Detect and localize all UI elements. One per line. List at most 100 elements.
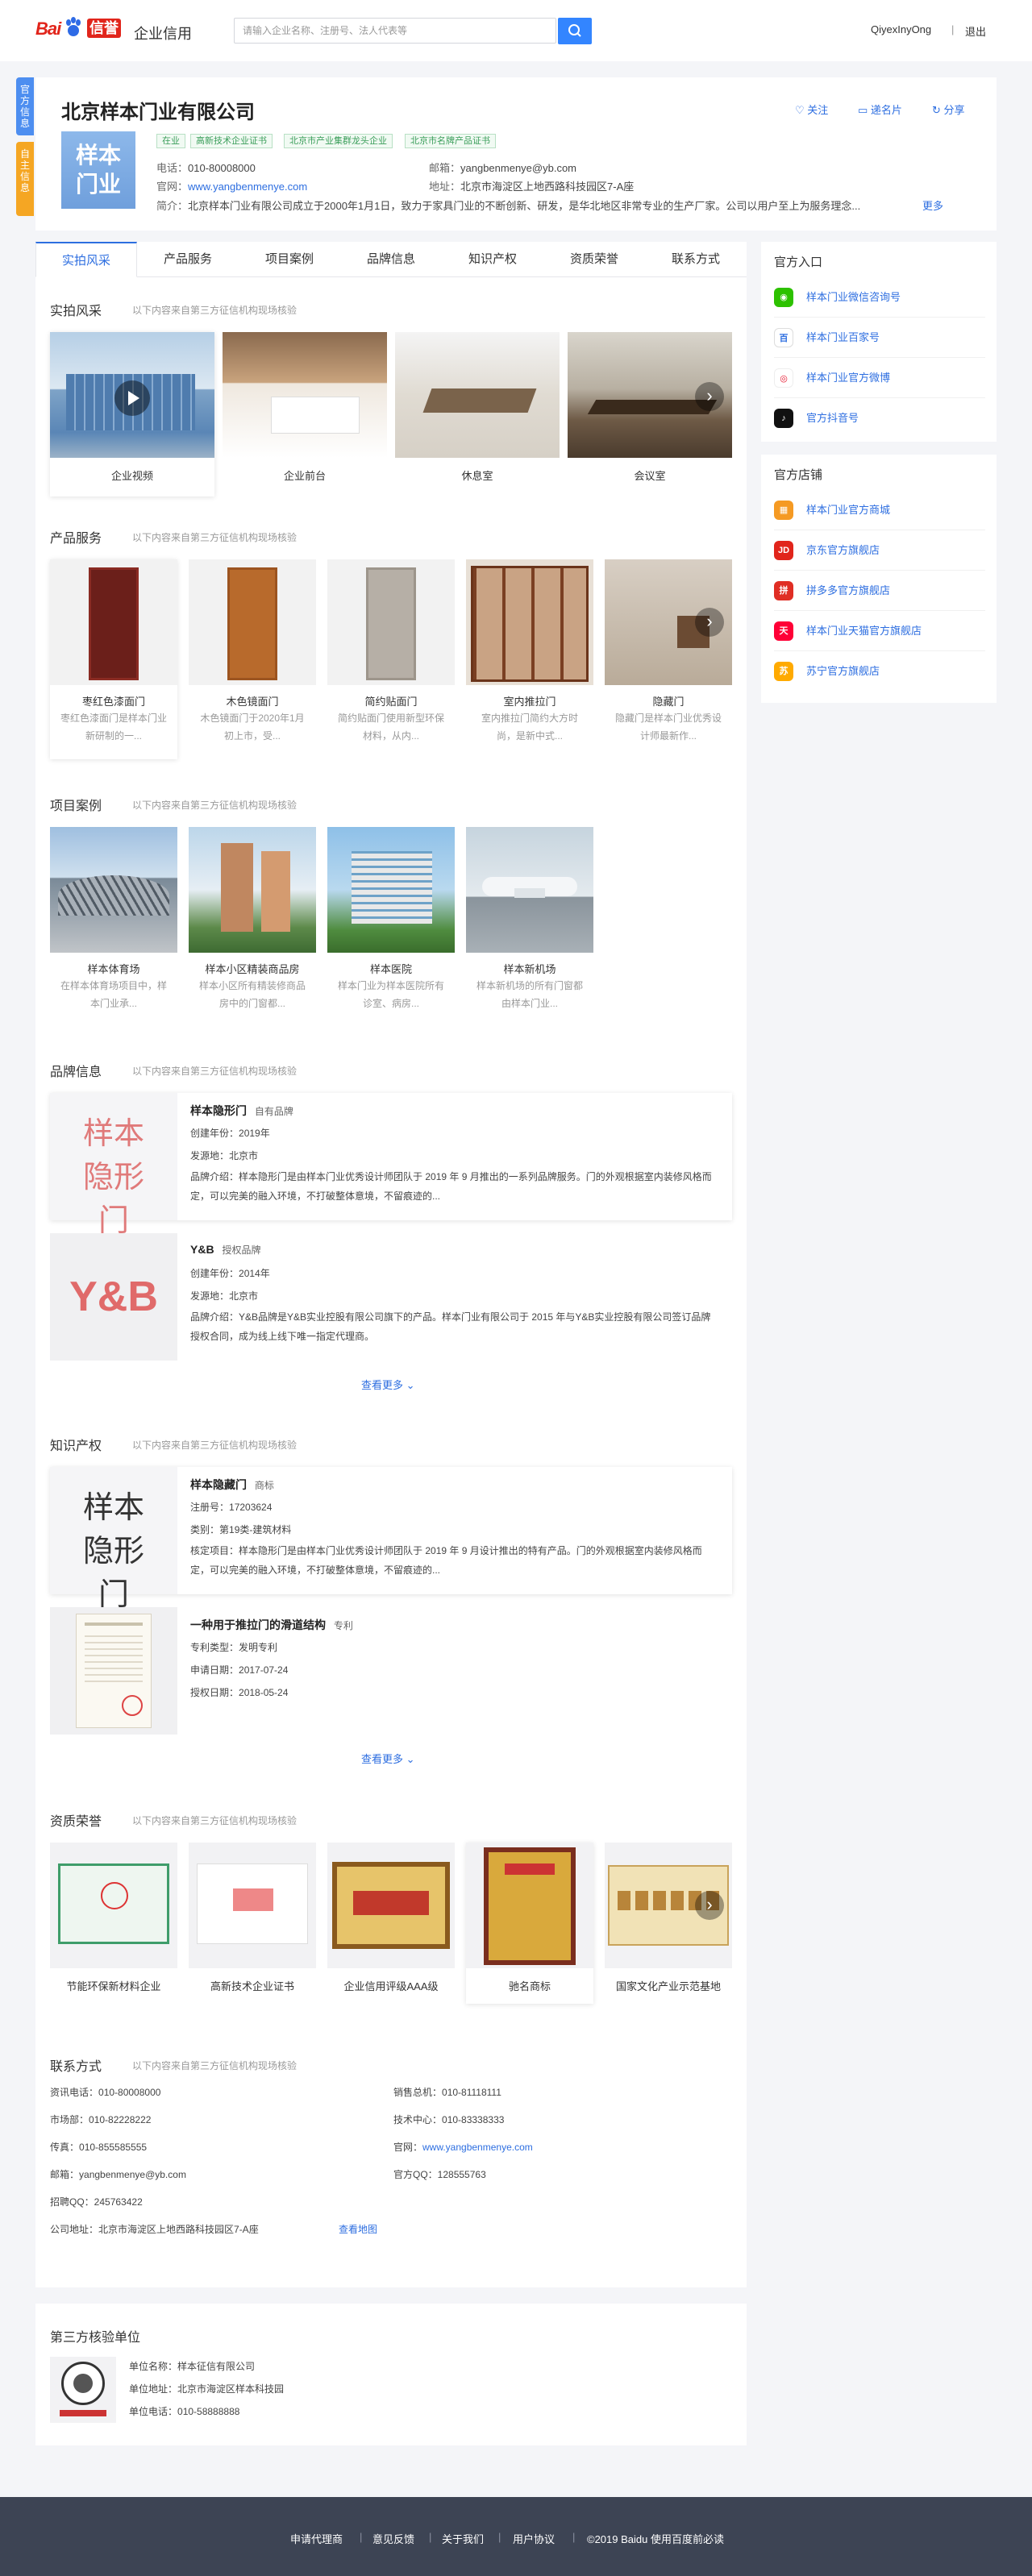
- company-phone: 电话：010-80008000: [156, 160, 256, 175]
- side-tab-self[interactable]: 自主信息: [16, 142, 34, 216]
- store-official-mall[interactable]: ▦ 样本门业官方商城: [774, 490, 985, 530]
- intro-label: 品牌介绍：: [190, 1311, 239, 1323]
- share-button[interactable]: ↻ 分享: [932, 102, 965, 117]
- intro-more-link[interactable]: 更多: [922, 197, 943, 213]
- lounge-photo: [395, 332, 560, 458]
- brand-origin: 发源地：北京市: [190, 1285, 258, 1307]
- honor-card[interactable]: 国家文化产业示范基地: [605, 1843, 732, 2004]
- product-card[interactable]: 隐藏门 隐藏门是样本门业优秀设计师最新作...: [605, 559, 732, 759]
- honor-card[interactable]: 企业信用评级AAA级: [327, 1843, 455, 2004]
- tab-contact[interactable]: 联系方式: [645, 242, 747, 277]
- cert-tag: 北京市产业集群龙头企业: [284, 134, 393, 148]
- intro-value: 北京样本门业有限公司成立于2000年1月1日，致力于家具门业的不断创新、研发，是…: [188, 200, 861, 212]
- brands-more-link[interactable]: 查看更多 ⌄: [361, 1377, 415, 1392]
- product-image: [327, 559, 455, 685]
- tab-photos[interactable]: 实拍风采: [35, 242, 137, 277]
- entry-wechat[interactable]: ◉ 样本门业微信咨询号: [774, 277, 985, 318]
- footer-divider: |: [360, 2531, 363, 2543]
- baidu-xinyu-logo[interactable]: Bai 信誉: [35, 17, 124, 41]
- play-icon[interactable]: [114, 380, 150, 416]
- entry-douyin[interactable]: ♪ 官方抖音号: [774, 398, 985, 438]
- contact-value: 245763422: [94, 2196, 143, 2208]
- photo-card-lounge[interactable]: 休息室: [395, 332, 560, 497]
- user-name[interactable]: QiyexInyOng: [871, 23, 931, 35]
- entry-weibo[interactable]: ◎ 样本门业官方微博: [774, 358, 985, 398]
- share-icon: ↻: [932, 104, 941, 116]
- company-site: 官网：www.yangbenmenye.com: [156, 178, 307, 193]
- footer-link-about[interactable]: 关于我们: [442, 2531, 484, 2546]
- carousel-next-icon[interactable]: ›: [695, 382, 724, 411]
- third-party-title: 第三方核验单位: [50, 2331, 141, 2345]
- ip-value: 第19类-建筑材料: [219, 1524, 292, 1535]
- case-card[interactable]: 样本新机场 样本新机场的所有门窗都由样本门业...: [466, 827, 593, 1027]
- ip-value: 2017-07-24: [239, 1664, 289, 1676]
- search-button[interactable]: [558, 18, 592, 44]
- entry-label: 样本门业百家号: [806, 331, 880, 343]
- tab-honors[interactable]: 资质荣誉: [543, 242, 645, 277]
- header-separator: |: [951, 23, 955, 35]
- brand-card[interactable]: 样本 隐形门 样本隐形门 自有品牌 创建年份：2019年 发源地：北京市 品牌介…: [50, 1093, 732, 1238]
- honor-image: [50, 1843, 177, 1968]
- brand-intro: 品牌介绍：Y&B品牌是Y&B实业控股有限公司旗下的产品。样本门业有限公司于 20…: [190, 1307, 714, 1346]
- pinduoduo-icon: 拼: [774, 581, 793, 600]
- tab-ip[interactable]: 知识产权: [442, 242, 543, 277]
- product-card[interactable]: 室内推拉门 室内推拉门简约大方时尚，是新中式...: [466, 559, 593, 759]
- honor-card[interactable]: 驰名商标: [466, 1843, 593, 2004]
- honor-card[interactable]: 高新技术企业证书: [189, 1843, 316, 2004]
- chevron-down-icon: ⌄: [406, 1753, 415, 1765]
- footer-link-agent[interactable]: 申请代理商: [290, 2531, 343, 2546]
- product-desc: 木色镜面门于2020年1月初上市，受...: [200, 713, 305, 742]
- year-value: 2014年: [239, 1268, 270, 1279]
- section-note: 以下内容来自第三方征信机构现场核验: [132, 1066, 298, 1077]
- tab-brands[interactable]: 品牌信息: [340, 242, 442, 277]
- case-card[interactable]: 样本医院 样本门业为样本医院所有诊室、病房...: [327, 827, 455, 1027]
- footer-link-terms[interactable]: 用户协议: [513, 2531, 555, 2546]
- photo-card-meeting[interactable]: 会议室: [568, 332, 732, 497]
- brand-type: 自有品牌: [254, 1106, 293, 1117]
- brand-card[interactable]: Y&B Y&B 授权品牌 创建年份：2014年 发源地：北京市 品牌介绍：Y&B…: [50, 1233, 732, 1361]
- cert-tag: 高新技术企业证书: [190, 134, 273, 148]
- carousel-next-icon[interactable]: ›: [695, 1891, 724, 1920]
- product-card[interactable]: 简约贴面门 简约贴面门使用新型环保材料，从内...: [327, 559, 455, 759]
- tab-products[interactable]: 产品服务: [137, 242, 239, 277]
- photo-card-video[interactable]: 企业视频: [50, 332, 214, 497]
- carousel-next-icon[interactable]: ›: [695, 608, 724, 637]
- ip-name: 样本隐藏门 商标: [190, 1477, 274, 1493]
- entry-baijiahao[interactable]: 百 样本门业百家号: [774, 318, 985, 358]
- contact-item: 传真：010-855585555: [50, 2136, 147, 2158]
- logout-link[interactable]: 退出: [965, 23, 986, 39]
- ip-name: 一种用于推拉门的滑道结构 专利: [190, 1617, 353, 1633]
- residential-photo: [189, 827, 316, 953]
- contact-label: 销售总机：: [393, 2087, 443, 2098]
- ip-more-link[interactable]: 查看更多 ⌄: [361, 1751, 415, 1766]
- company-intro: 简介：北京样本门业有限公司成立于2000年1月1日，致力于家具门业的不断创新、研…: [156, 197, 914, 213]
- product-card[interactable]: 枣红色漆面门 枣红色漆面门是样本门业新研制的一...: [50, 559, 177, 759]
- contact-site-link[interactable]: www.yangbenmenye.com: [422, 2142, 533, 2153]
- site-link[interactable]: www.yangbenmenye.com: [188, 181, 307, 193]
- view-map-link[interactable]: 查看地图: [339, 2218, 377, 2241]
- ip-card[interactable]: 一种用于推拉门的滑道结构 专利 专利类型：发明专利 申请日期：2017-07-2…: [50, 1607, 732, 1735]
- contact-item: 官网：www.yangbenmenye.com: [393, 2136, 533, 2158]
- footer-link-feedback[interactable]: 意见反馈: [372, 2531, 414, 2546]
- store-suning[interactable]: 苏 苏宁官方旗舰店: [774, 651, 985, 692]
- case-card[interactable]: 样本体育场 在样本体育场项目中，样本门业承...: [50, 827, 177, 1027]
- contact-label: 资讯电话：: [50, 2087, 99, 2098]
- product-card[interactable]: 木色镜面门 木色镜面门于2020年1月初上市，受...: [189, 559, 316, 759]
- third-party-logo: [50, 2357, 116, 2423]
- photo-card-reception[interactable]: 企业前台: [223, 332, 387, 497]
- store-pinduoduo[interactable]: 拼 拼多多官方旗舰店: [774, 571, 985, 611]
- ip-card[interactable]: 样本 隐形门 样本隐藏门 商标 注册号：17203624 类别：第19类-建筑材…: [50, 1467, 732, 1612]
- photo-caption: 休息室: [461, 470, 493, 482]
- store-tmall[interactable]: 天 样本门业天猫官方旗舰店: [774, 611, 985, 651]
- honor-card[interactable]: 节能环保新材料企业: [50, 1843, 177, 2004]
- company-name: 北京样本门业有限公司: [61, 102, 255, 123]
- card-icon: ▭: [858, 104, 868, 116]
- follow-button[interactable]: ♡ 关注: [795, 102, 828, 117]
- store-jd[interactable]: JD 京东官方旗舰店: [774, 530, 985, 571]
- case-card[interactable]: 样本小区精装商品房 样本小区所有精装修商品房中的门窗都...: [189, 827, 316, 1027]
- tab-cases[interactable]: 项目案例: [239, 242, 340, 277]
- vcard-button[interactable]: ▭ 递名片: [858, 102, 902, 117]
- search-input[interactable]: [235, 19, 525, 43]
- side-tab-official[interactable]: 官方信息: [16, 77, 34, 135]
- section-note: 以下内容来自第三方征信机构现场核验: [132, 2060, 298, 2071]
